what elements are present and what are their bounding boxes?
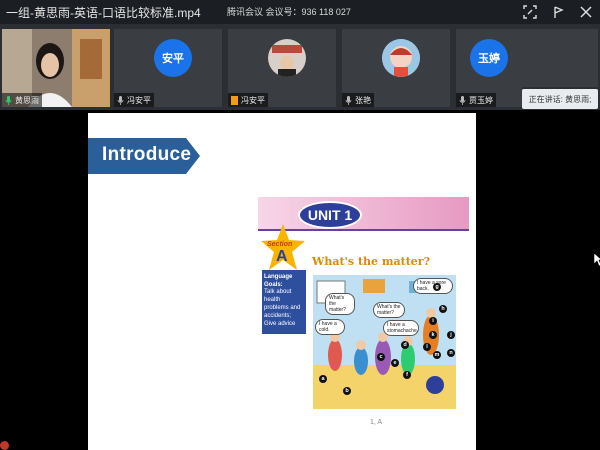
picture-label: k [429,331,437,339]
window-title: 一组-黄思雨-英语-口语比较标准.mp4 [6,6,201,20]
recording-icon [0,441,9,450]
participant-tile[interactable]: 安平 冯安平 [114,29,222,107]
picture-label: n [447,349,455,357]
speech-bubble: What's the matter? [373,302,405,318]
picture-label: c [377,353,385,361]
avatar [382,39,420,77]
microphone-icon [231,95,238,105]
unit-heading: What's the matter? [312,255,431,268]
clinic-illustration: What's the matter? I have a cold. What's… [313,275,456,409]
participant-strip: 黄思雨 安平 冯安平 冯安平 张艳 玉婷 贾玉婷 正在讲话: 黄思雨; [0,24,600,110]
meeting-info: 腾讯会议 会议号：936 118 027 [227,7,351,17]
participant-name-label: 张艳 [355,95,371,105]
close-icon[interactable] [578,4,594,20]
participant-name: 黄思雨 [2,93,42,107]
participant-name-label: 贾玉婷 [469,95,493,105]
picture-label: g [433,283,441,291]
speech-bubble: What's the matter? [325,293,355,315]
picture-label: j [447,331,455,339]
banner-title: Introduce [102,144,192,165]
unit-label: UNIT 1 [298,201,362,229]
section-word: Section [267,241,293,248]
flag-icon[interactable] [550,4,566,20]
picture-label: l [423,343,431,351]
mouse-cursor-icon [594,253,600,267]
avatar: 安平 [154,39,192,77]
avatar: 玉婷 [470,39,508,77]
title-bar: 一组-黄思雨-英语-口语比较标准.mp4 腾讯会议 会议号：936 118 02… [0,0,600,24]
participant-name-label: 冯安平 [127,95,151,105]
goals-text: Talk about health problems and accidents… [264,289,301,327]
picture-label: f [403,371,411,379]
presentation-slide: Introduce UNIT 1 Section A What's the ma… [88,113,476,450]
participant-tile[interactable]: 黄思雨 [2,29,110,107]
screenshot-icon[interactable] [522,4,538,20]
picture-label: i [429,317,437,325]
participant-tile[interactable]: 张艳 [342,29,450,107]
microphone-icon [117,95,124,105]
microphone-icon [345,95,352,105]
slide-caption: 1, A [370,419,383,426]
language-goals-box: Language Goals: Talk about health proble… [262,270,306,334]
picture-label: h [439,305,447,313]
textbook-page: UNIT 1 Section A What's the matter? Lang… [258,197,469,417]
picture-label: a [319,375,327,383]
participant-name-label: 冯安平 [241,95,265,105]
participant-tile[interactable]: 冯安平 [228,29,336,107]
picture-label: e [391,359,399,367]
title-bar-controls [522,4,594,20]
participant-name: 冯安平 [114,93,154,107]
picture-label: b [343,387,351,395]
participant-name: 张艳 [342,93,374,107]
goals-title: Language Goals: [264,274,293,288]
speaking-indicator: 正在讲话: 黄思雨; [522,89,598,109]
participant-tile-partial [522,29,598,87]
section-letter: A [276,248,288,265]
picture-label: d [401,341,409,349]
shared-screen: Introduce UNIT 1 Section A What's the ma… [0,110,600,450]
participant-name: 冯安平 [228,93,268,107]
participant-name: 贾玉婷 [456,93,496,107]
speech-bubble: I have a cold. [315,319,345,335]
speech-bubble: I have a stomachache. [383,320,419,336]
picture-label: m [433,351,441,359]
participant-tile[interactable]: 玉婷 贾玉婷 [456,29,522,107]
avatar [268,39,306,77]
microphone-icon [5,95,12,105]
participant-name-label: 黄思雨 [15,95,39,105]
microphone-icon [459,95,466,105]
